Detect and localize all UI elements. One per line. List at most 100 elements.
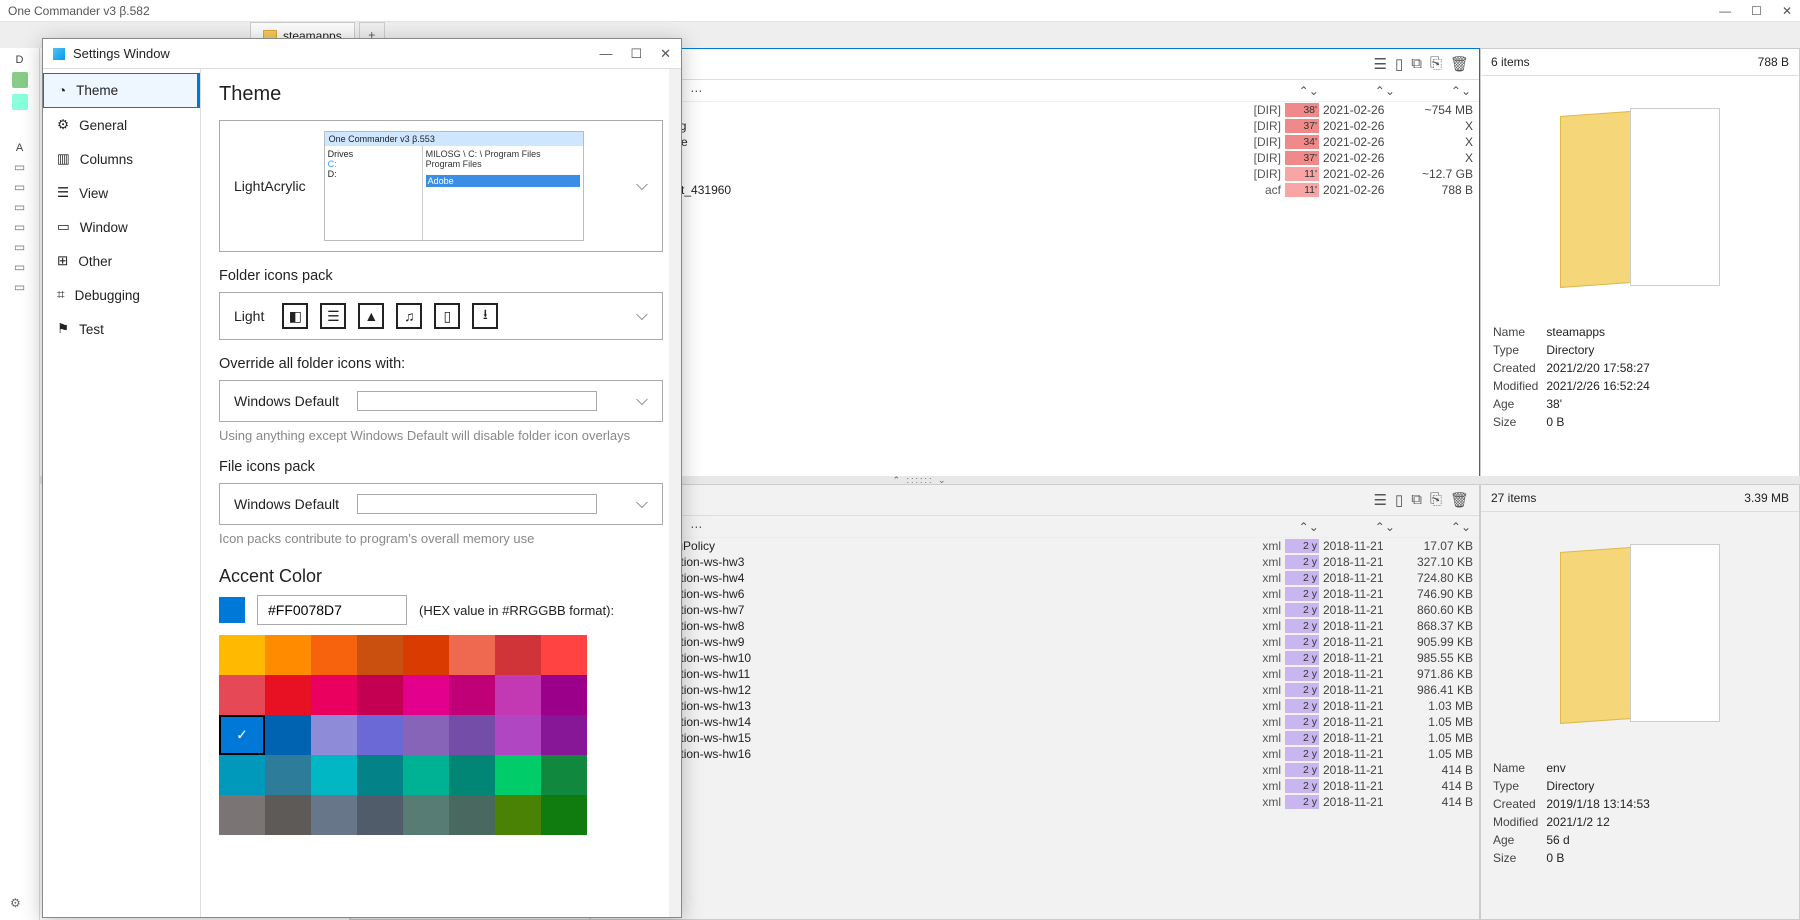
- file-row[interactable]: vmconfigoption-ws-hw13xml2 y2018-11-211.…: [591, 698, 1479, 714]
- palette-color[interactable]: [449, 635, 495, 675]
- settings-nav-general[interactable]: ⚙General: [43, 108, 200, 142]
- view-list-icon[interactable]: ☰: [1374, 491, 1387, 509]
- view-list-icon[interactable]: ☰: [1374, 55, 1387, 73]
- file-row[interactable]: downloading[DIR]37'2021-02-26X: [591, 118, 1479, 134]
- file-row[interactable]: vmconfigoption-ws-hw6xml2 y2018-11-21746…: [591, 586, 1479, 602]
- delete-icon[interactable]: 🗑: [1450, 55, 1469, 73]
- file-row[interactable]: common[DIR]38'2021-02-26~754 MB: [591, 102, 1479, 118]
- sidebar-icon[interactable]: ▭: [14, 240, 25, 254]
- new-file-icon[interactable]: ▯: [1395, 491, 1403, 509]
- file-row[interactable]: vmconfigoption-ws-hw9xml2 y2018-11-21905…: [591, 634, 1479, 650]
- theme-select[interactable]: LightAcrylic One Commander v3 β.553 Driv…: [219, 120, 663, 252]
- settings-gear-icon[interactable]: ⚙: [10, 896, 21, 910]
- minimize-icon[interactable]: —: [599, 46, 612, 62]
- palette-color[interactable]: [449, 675, 495, 715]
- palette-color[interactable]: [311, 715, 357, 755]
- fav-icon[interactable]: [12, 72, 28, 88]
- sort-icon[interactable]: ⌃⌄: [1375, 84, 1395, 98]
- file-row[interactable]: vmconfigoption-ws-hw16xml2 y2018-11-211.…: [591, 746, 1479, 762]
- palette-color[interactable]: [357, 675, 403, 715]
- accent-hex-input[interactable]: [257, 595, 407, 625]
- close-icon[interactable]: ✕: [1782, 4, 1792, 18]
- palette-color[interactable]: [495, 635, 541, 675]
- file-row[interactable]: vmconfigoption-ws-hw8xml2 y2018-11-21868…: [591, 618, 1479, 634]
- close-icon[interactable]: ✕: [660, 46, 671, 62]
- file-row[interactable]: appmanifest_431960acf11'2021-02-26788 B: [591, 182, 1479, 198]
- sidebar-icon[interactable]: ▭: [14, 260, 25, 274]
- file-icons-select[interactable]: Windows Default: [219, 483, 663, 525]
- scrollbar[interactable]: [669, 69, 681, 917]
- sidebar-icon[interactable]: ▭: [14, 220, 25, 234]
- copy-icon[interactable]: ⧉: [1411, 55, 1422, 73]
- palette-color[interactable]: [495, 715, 541, 755]
- palette-color[interactable]: [403, 715, 449, 755]
- palette-color[interactable]: [403, 675, 449, 715]
- palette-color[interactable]: [449, 755, 495, 795]
- palette-color[interactable]: [219, 715, 265, 755]
- palette-color[interactable]: [357, 715, 403, 755]
- settings-nav-other[interactable]: ⊞Other: [43, 244, 200, 278]
- file-row[interactable]: shadercache[DIR]34'2021-02-26X: [591, 134, 1479, 150]
- palette-color[interactable]: [449, 795, 495, 835]
- file-row[interactable]: ws-hw3xml2 y2018-11-21414 B: [591, 762, 1479, 778]
- file-row[interactable]: ws-hw6xml2 y2018-11-21414 B: [591, 794, 1479, 810]
- delete-icon[interactable]: 🗑: [1450, 491, 1469, 509]
- settings-nav-window[interactable]: ▭Window: [43, 210, 200, 244]
- file-row[interactable]: ws-hw4xml2 y2018-11-21414 B: [591, 778, 1479, 794]
- settings-nav-columns[interactable]: ▥Columns: [43, 142, 200, 176]
- palette-color[interactable]: [449, 715, 495, 755]
- palette-color[interactable]: [265, 715, 311, 755]
- palette-color[interactable]: [403, 635, 449, 675]
- palette-color[interactable]: [311, 635, 357, 675]
- palette-color[interactable]: [219, 795, 265, 835]
- palette-color[interactable]: [541, 795, 587, 835]
- palette-color[interactable]: [541, 715, 587, 755]
- palette-color[interactable]: [495, 755, 541, 795]
- menu-icon[interactable]: ⋯: [690, 84, 702, 98]
- sidebar-icon[interactable]: ▭: [14, 200, 25, 214]
- palette-color[interactable]: [265, 755, 311, 795]
- sort-icon[interactable]: ⌃⌄: [1451, 84, 1471, 98]
- file-row[interactable]: provisioningPolicyxml2 y2018-11-2117.07 …: [591, 538, 1479, 554]
- palette-color[interactable]: [403, 795, 449, 835]
- palette-color[interactable]: [495, 675, 541, 715]
- sort-icon[interactable]: ⌃⌄: [1299, 520, 1319, 534]
- palette-color[interactable]: [357, 755, 403, 795]
- copy-icon[interactable]: ⧉: [1411, 491, 1422, 509]
- palette-color[interactable]: [495, 795, 541, 835]
- file-row[interactable]: workshop[DIR]11'2021-02-26~12.7 GB: [591, 166, 1479, 182]
- sidebar-icon[interactable]: ▭: [14, 280, 25, 294]
- palette-color[interactable]: [357, 635, 403, 675]
- settings-nav-theme[interactable]: ◔Theme: [43, 73, 200, 108]
- palette-color[interactable]: [311, 675, 357, 715]
- file-row[interactable]: vmconfigoption-ws-hw15xml2 y2018-11-211.…: [591, 730, 1479, 746]
- palette-color[interactable]: [265, 675, 311, 715]
- new-file-icon[interactable]: ▯: [1395, 55, 1403, 73]
- menu-icon[interactable]: ⋯: [690, 520, 702, 534]
- paste-icon[interactable]: ⎘: [1430, 55, 1442, 73]
- file-row[interactable]: vmconfigoption-ws-hw7xml2 y2018-11-21860…: [591, 602, 1479, 618]
- file-row[interactable]: vmconfigoption-ws-hw10xml2 y2018-11-2198…: [591, 650, 1479, 666]
- palette-color[interactable]: [311, 795, 357, 835]
- sort-icon[interactable]: ⌃⌄: [1451, 520, 1471, 534]
- palette-color[interactable]: [541, 675, 587, 715]
- fav-icon[interactable]: [12, 94, 28, 110]
- palette-color[interactable]: [357, 795, 403, 835]
- sidebar-icon[interactable]: ▭: [14, 160, 25, 174]
- file-row[interactable]: vmconfigoption-ws-hw3xml2 y2018-11-21327…: [591, 554, 1479, 570]
- maximize-icon[interactable]: ☐: [1751, 4, 1762, 18]
- file-row[interactable]: vmconfigoption-ws-hw14xml2 y2018-11-211.…: [591, 714, 1479, 730]
- sort-icon[interactable]: ⌃⌄: [1299, 84, 1319, 98]
- palette-color[interactable]: [265, 795, 311, 835]
- file-row[interactable]: vmconfigoption-ws-hw4xml2 y2018-11-21724…: [591, 570, 1479, 586]
- sort-icon[interactable]: ⌃⌄: [1375, 520, 1395, 534]
- maximize-icon[interactable]: ☐: [630, 46, 642, 62]
- minimize-icon[interactable]: —: [1719, 4, 1731, 18]
- palette-color[interactable]: [219, 755, 265, 795]
- sidebar-icon[interactable]: ▭: [14, 180, 25, 194]
- settings-nav-debugging[interactable]: ⌗Debugging: [43, 278, 200, 312]
- settings-nav-view[interactable]: ☰View: [43, 176, 200, 210]
- file-row[interactable]: temp[DIR]37'2021-02-26X: [591, 150, 1479, 166]
- palette-color[interactable]: [265, 635, 311, 675]
- palette-color[interactable]: [311, 755, 357, 795]
